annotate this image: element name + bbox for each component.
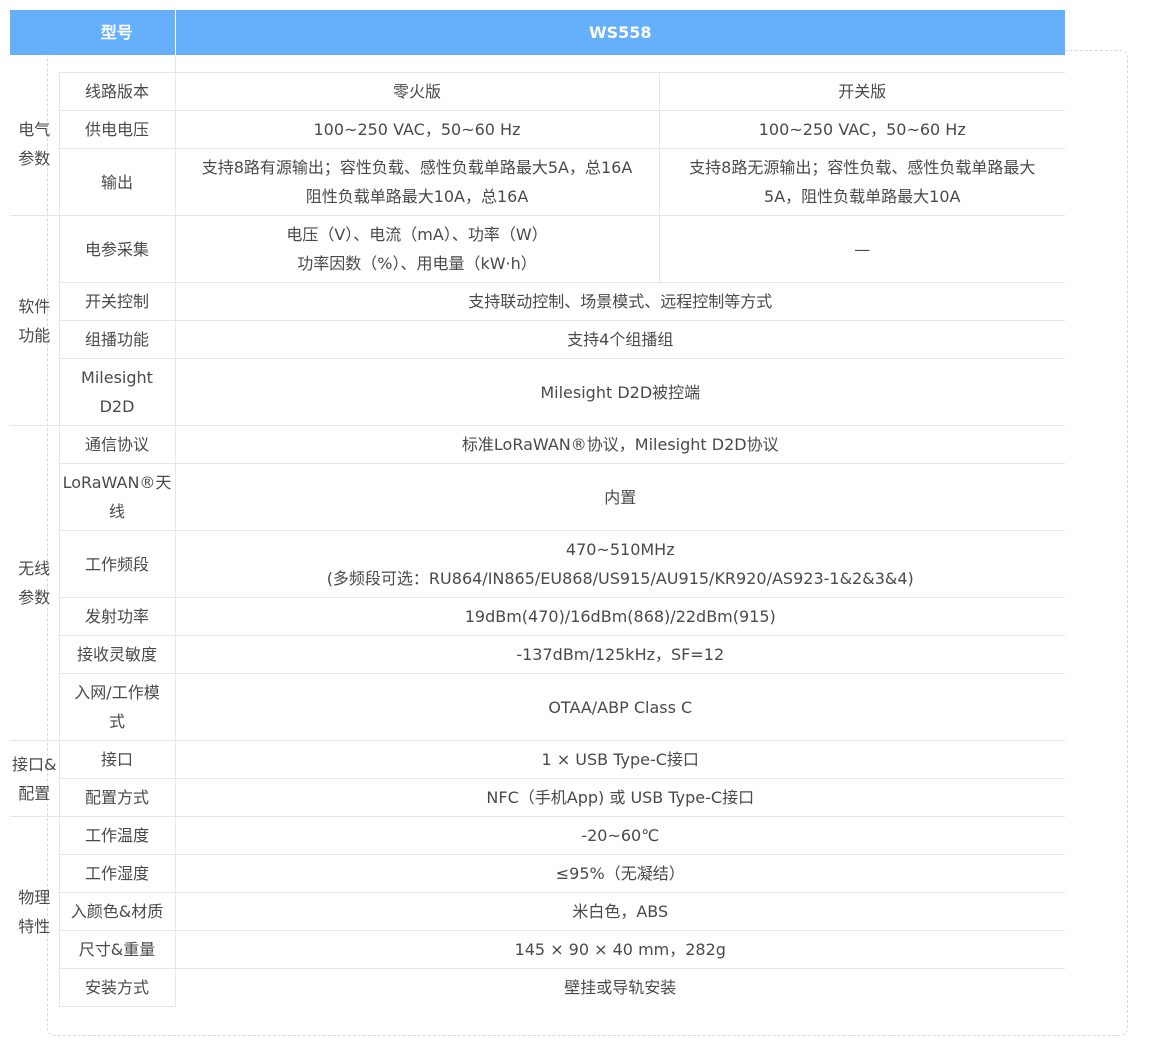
field-value: NFC（手机App) 或 USB Type-C接口 [175, 778, 1065, 817]
field-value: — [658, 215, 1065, 283]
field-value: Milesight D2D被控端 [175, 358, 1065, 426]
field-label: 入颜色&材质 [58, 892, 176, 931]
field-label: 通信协议 [58, 425, 176, 464]
spec-row: Milesight D2D Milesight D2D被控端 [10, 358, 1065, 426]
field-value: 壁挂或导轨安装 [175, 968, 1065, 1007]
field-value: ≤95%（无凝结） [175, 854, 1065, 893]
model-header-label: 型号 [59, 10, 175, 55]
spec-row: 开关控制 支持联动控制、场景模式、远程控制等方式 [10, 282, 1065, 321]
spec-table: 型号 WS558 电气 参数 线路版本 零火版 开关版 供电电压 100~250 VAC，5… [10, 10, 1065, 1007]
field-label: 发射功率 [58, 597, 176, 636]
field-label: 配置方式 [58, 778, 176, 817]
field-value: 支持8路有源输出；容性负载、感性负载单路最大5A，总16A 阻性负载单路最大10A… [175, 148, 659, 216]
field-label: 接收灵敏度 [58, 635, 176, 674]
field-label: 供电电压 [58, 110, 176, 149]
spec-row: 供电电压 100~250 VAC，50~60 Hz 100~250 VAC，50~6… [10, 110, 1065, 149]
spec-row: 软件 功能 电参采集 电压（V）、电流（mA）、功率（W） 功率因数（%）、用电量（kW… [10, 215, 1065, 426]
spec-row: 安装方式 壁挂或导轨安装 [10, 968, 1065, 1007]
field-label: 入网/工作模式 [58, 673, 176, 741]
table-header-row: 型号 WS558 [10, 10, 1065, 55]
field-label: 安装方式 [58, 968, 176, 1007]
field-value: 支持4个组播组 [175, 320, 1065, 359]
category-cell: 电气 参数 [18, 119, 51, 168]
field-label: 组播功能 [58, 320, 176, 359]
spec-row: LoRaWAN®天线内置 [10, 463, 1065, 531]
field-value: 内置 [175, 463, 1065, 531]
field-value: 零火版 [175, 72, 659, 111]
field-label: 工作湿度 [58, 854, 176, 893]
spec-row: 无线 参数 通信协议 标准LoRaWAN®协议，Milesight D2D协议 [10, 425, 1065, 741]
spec-row: 尺寸&重量 145 × 90 × 40 mm，282g [10, 930, 1065, 969]
field-label: 工作频段 [58, 530, 176, 598]
spec-row: 入颜色&材质 米白色，ABS [10, 892, 1065, 931]
field-value: 100~250 VAC，50~60 Hz [175, 110, 659, 149]
spacer-row [10, 55, 1065, 73]
field-value: 电压（V）、电流（mA）、功率（W） 功率因数（%）、用电量（kW·h） [175, 215, 659, 283]
field-label: LoRaWAN®天线 [58, 463, 176, 531]
spec-row: 组播功能 支持4个组播组 [10, 320, 1065, 359]
spec-row: 入网/工作模式 OTAA/ABP Class C [10, 673, 1065, 741]
field-value: 470~510MHz (多频段可选：RU864/IN865/EU868/US915… [175, 530, 1065, 598]
field-label: 输出 [58, 148, 176, 216]
field-value: 支持联动控制、场景模式、远程控制等方式 [175, 282, 1065, 321]
field-label: 工作温度 [58, 816, 176, 855]
field-value: -137dBm/125kHz，SF=12 [175, 635, 1065, 674]
spec-row: 发射功率 19dBm(470)/16dBm(868)/22dBm(915) [10, 597, 1065, 636]
spec-row: 输出 支持8路有源输出；容性负载、感性负载单路最大5A，总16A 阻性负载单路最大1… [10, 148, 1065, 216]
model-header-value: WS558 [174, 10, 1065, 55]
field-label: 尺寸&重量 [58, 930, 176, 969]
spec-row: 配置方式 NFC（手机App) 或 USB Type-C接口 [10, 778, 1065, 817]
field-value: -20~60℃ [175, 816, 1065, 855]
field-label: 电参采集 [58, 215, 176, 283]
field-value: 100~250 VAC，50~60 Hz [658, 110, 1065, 149]
spec-row: 工作频段 470~510MHz (多频段可选：RU864/IN865/EU868/U… [10, 530, 1065, 598]
field-value: 支持8路无源输出；容性负载、感性负载单路最大 5A，阻性负载单路最大10A [658, 148, 1065, 216]
field-label: Milesight D2D [58, 358, 176, 426]
category-cell: 接口& 配置 [10, 740, 59, 817]
category-cell: 无线 参数 [10, 425, 59, 741]
field-value: 标准LoRaWAN®协议，Milesight D2D协议 [175, 425, 1065, 464]
field-value: OTAA/ABP Class C [175, 673, 1065, 741]
field-label: 开关控制 [58, 282, 176, 321]
category-cell: 物理 特性 [10, 816, 59, 1007]
field-value: 145 × 90 × 40 mm，282g [175, 930, 1065, 969]
field-value: 19dBm(470)/16dBm(868)/22dBm(915) [175, 597, 1065, 636]
spec-row: 物理 特性 工作温度 -20~60℃ [10, 816, 1065, 1007]
field-value: 米白色，ABS [175, 892, 1065, 931]
field-value: 开关版 [658, 72, 1065, 111]
spec-row: 工作湿度 ≤95%（无凝结） [10, 854, 1065, 893]
category-cell: 软件 功能 [10, 215, 59, 426]
spec-row: 接口& 配置 接口 1 × USB Type-C接口 [10, 740, 1065, 817]
field-label: 线路版本 [58, 72, 176, 111]
spec-row: 接收灵敏度 -137dBm/125kHz，SF=12 [10, 635, 1065, 674]
field-label: 接口 [58, 740, 176, 779]
spec-row: 电气 参数 线路版本 零火版 开关版 [10, 72, 1065, 168]
field-value: 1 × USB Type-C接口 [175, 740, 1065, 779]
